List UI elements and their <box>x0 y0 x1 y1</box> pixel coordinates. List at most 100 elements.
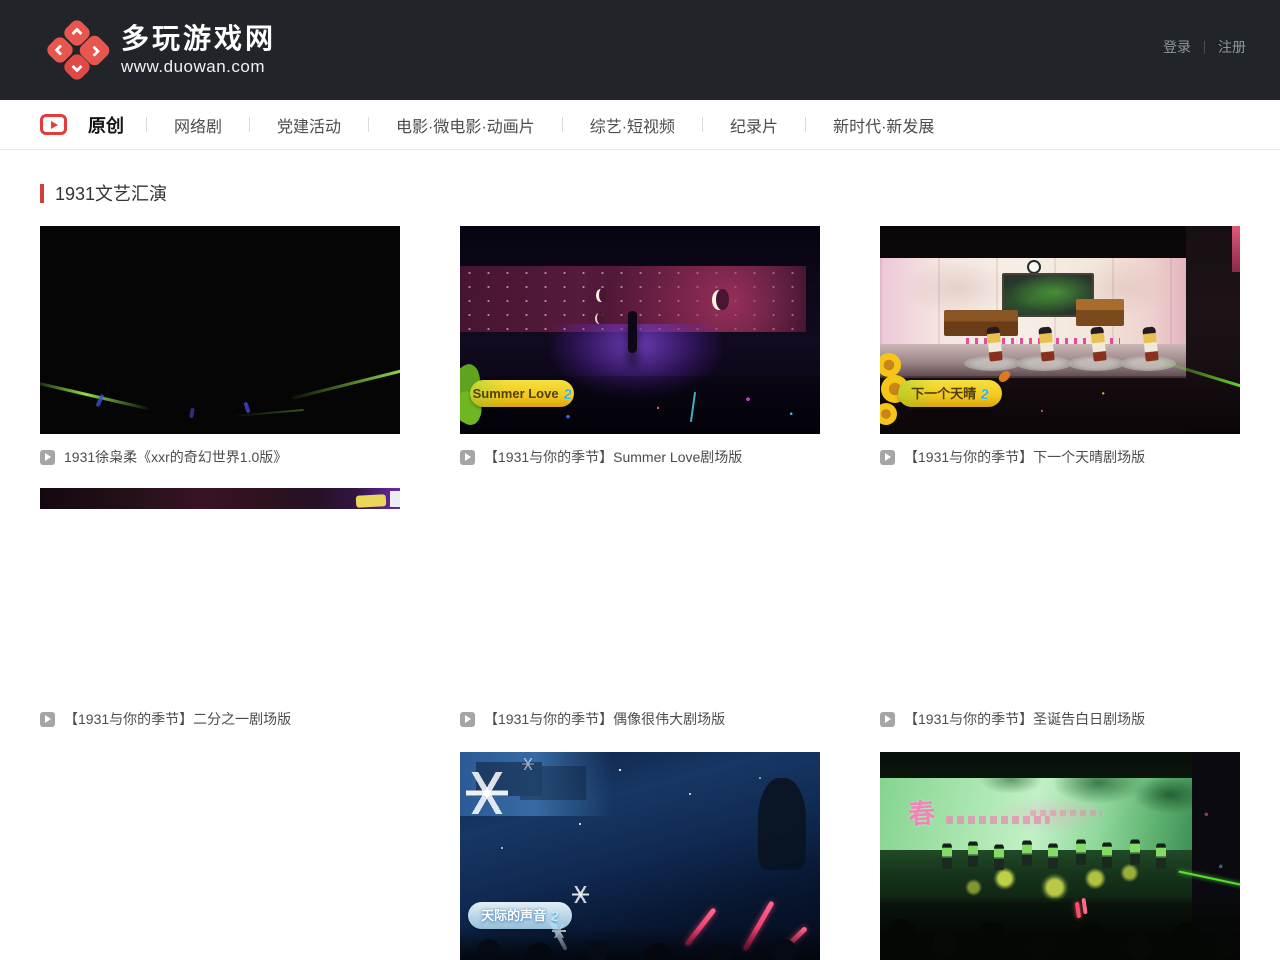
banner-label: Summer Love <box>473 387 559 400</box>
brand-text: 多玩游戏网 www.duowan.com <box>121 23 276 77</box>
video-thumbnail[interactable]: 天际的声音 2 <box>460 752 820 960</box>
video-thumbnail[interactable]: 春 <box>880 752 1240 960</box>
snowflake-decoration <box>522 758 534 770</box>
video-thumbnail-empty[interactable] <box>40 752 400 960</box>
section-title: 1931文艺汇演 <box>55 180 167 206</box>
video-card: 【1931与你的季节】偶像很伟大剧场版 <box>460 488 820 727</box>
login-link[interactable]: 登录 <box>1163 37 1191 57</box>
nav-item-documentary[interactable]: 纪录片 <box>703 113 805 137</box>
video-title-link[interactable]: 【1931与你的季节】偶像很伟大剧场版 <box>484 709 725 729</box>
snowflake-decoration <box>466 772 508 814</box>
screen-subtitle-text <box>1030 810 1102 816</box>
play-icon <box>460 712 475 727</box>
crescent-moon <box>595 313 603 324</box>
section-header: 1931文艺汇演 <box>40 180 167 206</box>
laser-beam <box>291 367 400 399</box>
video-card <box>40 752 400 960</box>
play-icon <box>40 450 55 465</box>
video-card: 1931徐枭柔《xxr的奇幻世界1.0版》 <box>40 226 400 465</box>
dancer-figure <box>1048 842 1058 869</box>
nav-item-party-building[interactable]: 党建活动 <box>250 113 368 137</box>
dancer-figure <box>1022 839 1032 866</box>
banner-label: 下一个天晴 <box>911 387 976 400</box>
snowflake-decoration <box>572 886 589 903</box>
video-caption: 【1931与你的季节】偶像很伟大剧场版 <box>460 711 820 727</box>
clock-prop <box>1027 260 1041 274</box>
play-icon <box>40 712 55 727</box>
nav-item-movies[interactable]: 电影·微电影·动画片 <box>369 113 562 137</box>
up-arrow-icon <box>71 27 82 38</box>
left-arrow-icon <box>54 44 65 55</box>
site-header: 多玩游戏网 www.duowan.com 登录 注册 <box>0 0 1280 100</box>
site-logo[interactable]: 多玩游戏网 www.duowan.com <box>48 21 276 79</box>
dancer-figure <box>1076 838 1086 865</box>
play-triangle-icon <box>51 121 58 129</box>
main-nav: 原创 网络剧 党建活动 电影·微电影·动画片 综艺·短视频 纪录片 新时代·新发… <box>0 100 1280 150</box>
video-caption: 【1931与你的季节】圣诞告白日剧场版 <box>880 711 1240 727</box>
auth-divider <box>1204 41 1205 54</box>
video-play-icon <box>40 114 67 135</box>
video-thumbnail[interactable] <box>40 226 400 434</box>
image-fragment <box>390 491 400 507</box>
video-title-link[interactable]: 【1931与你的季节】圣诞告白日剧场版 <box>904 709 1145 729</box>
play-icon <box>880 712 895 727</box>
banner-mascot-glyph: 2 <box>550 908 560 923</box>
pink-light-strip <box>1232 226 1240 272</box>
nav-item-variety-short-video[interactable]: 综艺·短视频 <box>563 113 702 137</box>
laser-beam <box>40 381 149 410</box>
play-triangle-icon <box>465 715 471 723</box>
dancer-figure <box>1130 838 1140 865</box>
video-card: 【1931与你的季节】二分之一剧场版 <box>40 488 400 727</box>
laser-beam <box>232 409 304 417</box>
video-caption: 【1931与你的季节】下一个天晴剧场版 <box>880 449 1240 465</box>
video-thumbnail[interactable]: 下一个天晴 2 <box>880 226 1240 434</box>
stage-floor <box>880 850 1192 902</box>
crescent-moon <box>712 290 726 310</box>
duowan-gamepad-icon <box>48 21 106 79</box>
video-card: 下一个天晴 2 【1931与你的季节】下一个天晴剧场版 <box>880 226 1240 465</box>
video-card: 【1931与你的季节】圣诞告白日剧场版 <box>880 488 1240 727</box>
nav-item-original[interactable]: 原创 <box>88 112 146 138</box>
dancer-figure <box>1156 842 1166 869</box>
video-thumbnail-empty[interactable] <box>880 488 1240 696</box>
video-title-link[interactable]: 1931徐枭柔《xxr的奇幻世界1.0版》 <box>64 447 287 467</box>
video-card: Summer Love 2 【1931与你的季节】Summer Love剧场版 <box>460 226 820 465</box>
banner-mascot-glyph: 2 <box>980 386 990 401</box>
play-triangle-icon <box>45 453 51 461</box>
performer-silhouette <box>628 311 637 353</box>
nav-item-web-drama[interactable]: 网络剧 <box>147 113 249 137</box>
play-triangle-icon <box>885 453 891 461</box>
episode-banner: Summer Love 2 <box>470 380 574 407</box>
dancer-figure <box>1102 841 1112 868</box>
glowstick <box>189 408 195 419</box>
crescent-moon <box>596 289 605 302</box>
dancer-figure <box>968 840 978 867</box>
video-title-link[interactable]: 【1931与你的季节】Summer Love剧场版 <box>484 447 742 467</box>
play-icon <box>460 450 475 465</box>
auth-links: 登录 注册 <box>1163 37 1246 57</box>
register-link[interactable]: 注册 <box>1218 37 1246 57</box>
video-thumbnail-partial[interactable] <box>40 488 400 696</box>
video-caption: 【1931与你的季节】二分之一剧场版 <box>40 711 400 727</box>
video-title-link[interactable]: 【1931与你的季节】下一个天晴剧场版 <box>904 447 1145 467</box>
performer-silhouette <box>758 778 806 870</box>
video-caption: 1931徐枭柔《xxr的奇幻世界1.0版》 <box>40 449 400 465</box>
banner-label: 天际的声音 <box>481 909 546 922</box>
screen-spring-character: 春 <box>907 791 937 832</box>
video-title-link[interactable]: 【1931与你的季节】二分之一剧场版 <box>64 709 291 729</box>
play-triangle-icon <box>45 715 51 723</box>
play-triangle-icon <box>465 453 471 461</box>
down-arrow-icon <box>71 61 82 72</box>
desk-prop <box>1076 299 1124 326</box>
video-thumbnail[interactable]: Summer Love 2 <box>460 226 820 434</box>
image-fragment <box>356 494 387 508</box>
partially-loaded-image <box>40 488 400 509</box>
episode-banner: 天际的声音 2 <box>468 902 572 929</box>
dancer-figure <box>994 843 1004 870</box>
nav-item-new-era[interactable]: 新时代·新发展 <box>806 113 961 137</box>
video-card: 春 <box>880 752 1240 960</box>
banner-mascot-glyph: 2 <box>563 386 573 401</box>
play-icon <box>880 450 895 465</box>
video-thumbnail-empty[interactable] <box>460 488 820 696</box>
page: 多玩游戏网 www.duowan.com 登录 注册 原创 网络剧 党建活动 电… <box>0 0 1280 960</box>
